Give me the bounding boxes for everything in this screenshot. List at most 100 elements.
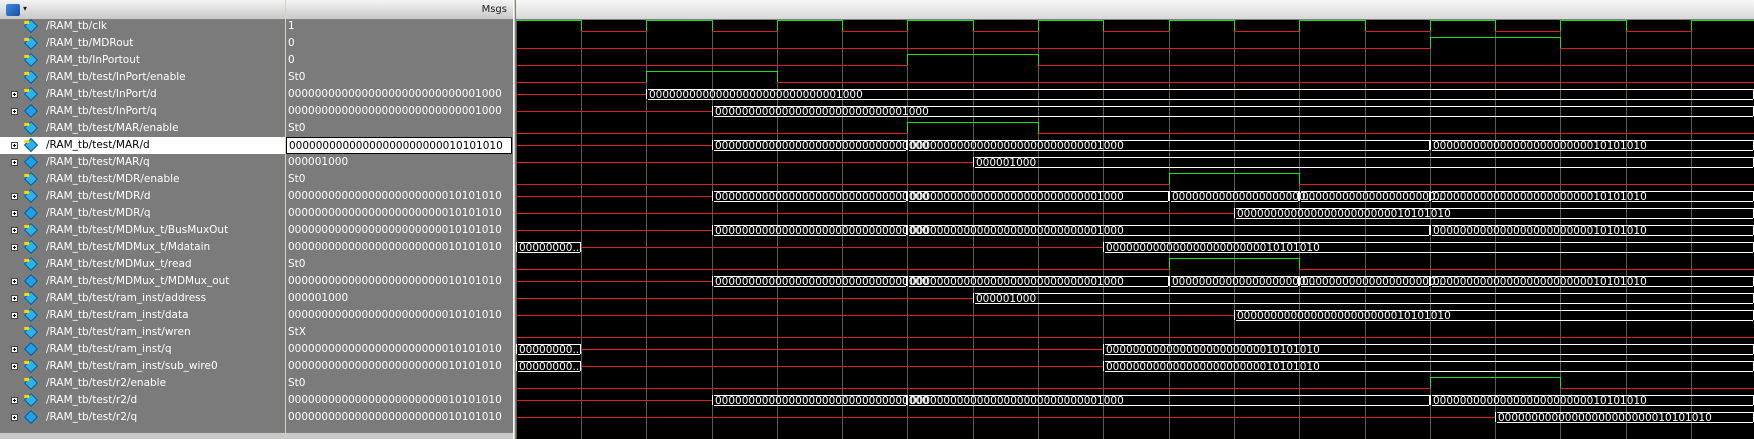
expand-icon[interactable] (11, 414, 18, 421)
value-row[interactable]: St0 (286, 69, 513, 86)
value-row[interactable]: 00000000000000000000000010101010 (286, 409, 513, 426)
signal-row[interactable]: /RAM_tb/test/ram_inst/address (0, 290, 285, 307)
values-horizontal-scrollbar[interactable] (286, 432, 513, 439)
value-row[interactable]: 00000000000000000000000010101010 (286, 222, 513, 239)
signal-name: /RAM_tb/test/ram_inst/wren (46, 326, 191, 338)
signal-row[interactable]: /RAM_tb/InPortout (0, 52, 285, 69)
expand-icon[interactable] (11, 278, 18, 285)
value-row[interactable]: 00000000000000000000000010101010 (286, 341, 513, 358)
expand-icon[interactable] (11, 397, 18, 404)
wave-window-icon[interactable] (6, 4, 20, 16)
value-row[interactable]: 00000000000000000000000010101010 (286, 307, 513, 324)
expand-icon[interactable] (11, 295, 18, 302)
expand-icon[interactable] (11, 227, 18, 234)
signal-row[interactable]: /RAM_tb/test/r2/q (0, 409, 285, 426)
value-row[interactable]: St0 (286, 375, 513, 392)
expand-icon[interactable] (11, 244, 18, 251)
signal-row[interactable]: /RAM_tb/MDRout (0, 35, 285, 52)
expand-icon[interactable] (11, 108, 18, 115)
value-row[interactable]: 000001000 (286, 154, 513, 171)
bus-value-label: 00000000000000000000000010101010 (1433, 140, 1647, 152)
signal-row[interactable]: /RAM_tb/test/MAR/q (0, 154, 285, 171)
names-horizontal-scrollbar[interactable] (0, 432, 285, 439)
expand-icon[interactable] (11, 91, 18, 98)
expand-icon[interactable] (11, 210, 18, 217)
bus-value-label: 00000000000000000000000010101010 (1433, 225, 1647, 237)
output-signal-icon (23, 409, 39, 425)
bus-value-label: 00000000000000000000000010101010 (1106, 344, 1320, 356)
bus-value-label: 00000000000000000000000000001000 (715, 106, 929, 118)
value-row[interactable]: 00000000000000000000000000001000 (286, 103, 513, 120)
signal-name: /RAM_tb/test/InPort/q (46, 105, 157, 117)
waveform-canvas[interactable]: 00000000000000000000000000001000 00000000… (516, 0, 1754, 439)
expand-icon[interactable] (11, 312, 18, 319)
signal-row[interactable]: /RAM_tb/test/MAR/d (0, 137, 285, 154)
signal-row[interactable]: /RAM_tb/test/MDR/enable (0, 171, 285, 188)
signal-name: /RAM_tb/test/MDMux_t/read (46, 258, 192, 270)
expand-icon[interactable] (11, 346, 18, 353)
input-signal-icon (23, 307, 39, 323)
signal-row[interactable]: /RAM_tb/test/InPort/enable (0, 69, 285, 86)
signal-row[interactable]: /RAM_tb/test/MDR/q (0, 205, 285, 222)
signal-row[interactable]: /RAM_tb/test/ram_inst/data (0, 307, 285, 324)
value-row[interactable]: StX (286, 324, 513, 341)
signal-row[interactable]: /RAM_tb/test/InPort/q (0, 103, 285, 120)
signal-value: 0 (288, 37, 295, 49)
signal-value: 00000000000000000000000010101010 (288, 190, 502, 202)
signal-row[interactable]: /RAM_tb/test/MDMux_t/BusMuxOut (0, 222, 285, 239)
signal-name: /RAM_tb/test/r2/q (46, 411, 138, 423)
signal-values-pane: Msgs 1 0 0 St0 00000000000000000000000000001… (286, 0, 513, 439)
value-row[interactable]: 00000000000000000000000010101010 (286, 137, 512, 154)
input-signal-icon (23, 256, 39, 272)
value-row[interactable]: 0 (286, 52, 513, 69)
value-row[interactable]: 00000000000000000000000010101010 (286, 239, 513, 256)
waveform-pane[interactable]: 00000000000000000000000000001000 00000000… (516, 0, 1754, 439)
value-row[interactable]: 1 (286, 18, 513, 35)
signal-row[interactable]: /RAM_tb/test/r2/d (0, 392, 285, 409)
expand-icon[interactable] (11, 142, 18, 149)
value-row[interactable]: 00000000000000000000000000001000 (286, 86, 513, 103)
value-row[interactable]: 00000000000000000000000010101010 (286, 188, 513, 205)
expand-icon[interactable] (11, 363, 18, 370)
signal-row[interactable]: /RAM_tb/clk (0, 18, 285, 35)
signal-row[interactable]: /RAM_tb/test/ram_inst/wren (0, 324, 285, 341)
value-row[interactable]: 00000000000000000000000010101010 (286, 358, 513, 375)
bus-value-label: 00000000000000000000000000001000 (910, 191, 1124, 203)
signal-value: St0 (288, 173, 306, 185)
bus-value-box (973, 293, 1754, 304)
signal-row[interactable]: /RAM_tb/test/ram_inst/q (0, 341, 285, 358)
value-row[interactable]: 0 (286, 35, 513, 52)
signal-value: 00000000000000000000000010101010 (289, 140, 503, 152)
value-row[interactable]: St0 (286, 256, 513, 273)
expand-icon[interactable] (11, 193, 18, 200)
signal-row[interactable]: /RAM_tb/test/MAR/enable (0, 120, 285, 137)
input-signal-icon (23, 35, 39, 51)
input-signal-icon (23, 324, 39, 340)
signal-row[interactable]: /RAM_tb/test/MDR/d (0, 188, 285, 205)
bus-value-label: 00000000000000000000000010101010 (1237, 310, 1451, 322)
signal-name: /RAM_tb/clk (46, 20, 107, 32)
value-row[interactable]: 000001000 (286, 290, 513, 307)
signal-row[interactable]: /RAM_tb/test/MDMux_t/read (0, 256, 285, 273)
signal-row[interactable]: /RAM_tb/test/MDMux_t/Mdatain (0, 239, 285, 256)
signal-name: /RAM_tb/test/MDR/q (46, 207, 151, 219)
signal-row[interactable]: /RAM_tb/test/InPort/d (0, 86, 285, 103)
signal-row[interactable]: /RAM_tb/test/MDMux_t/MDMux_out (0, 273, 285, 290)
value-row[interactable]: 00000000000000000000000010101010 (286, 392, 513, 409)
bus-value-label: 00000000000000000000... (1302, 191, 1446, 203)
signal-value: 00000000000000000000000010101010 (288, 394, 502, 406)
value-row[interactable]: 00000000000000000000000010101010 (286, 273, 513, 290)
names-header: ▾ (0, 0, 285, 20)
expand-icon[interactable] (11, 159, 18, 166)
signal-value: 00000000000000000000000010101010 (288, 309, 502, 321)
value-row[interactable]: St0 (286, 120, 513, 137)
chevron-down-icon[interactable]: ▾ (23, 4, 27, 13)
bus-value-label: 00000000... (519, 242, 582, 254)
value-row[interactable]: St0 (286, 171, 513, 188)
signal-row[interactable]: /RAM_tb/test/ram_inst/sub_wire0 (0, 358, 285, 375)
signal-names-pane: ▾ /RAM_tb/clk/RAM_tb/MDRout/RAM_tb/InPor… (0, 0, 285, 439)
signal-row[interactable]: /RAM_tb/test/r2/enable (0, 375, 285, 392)
value-row[interactable]: 00000000000000000000000010101010 (286, 205, 513, 222)
input-signal-icon (23, 358, 39, 374)
values-header-label: Msgs (481, 4, 507, 15)
